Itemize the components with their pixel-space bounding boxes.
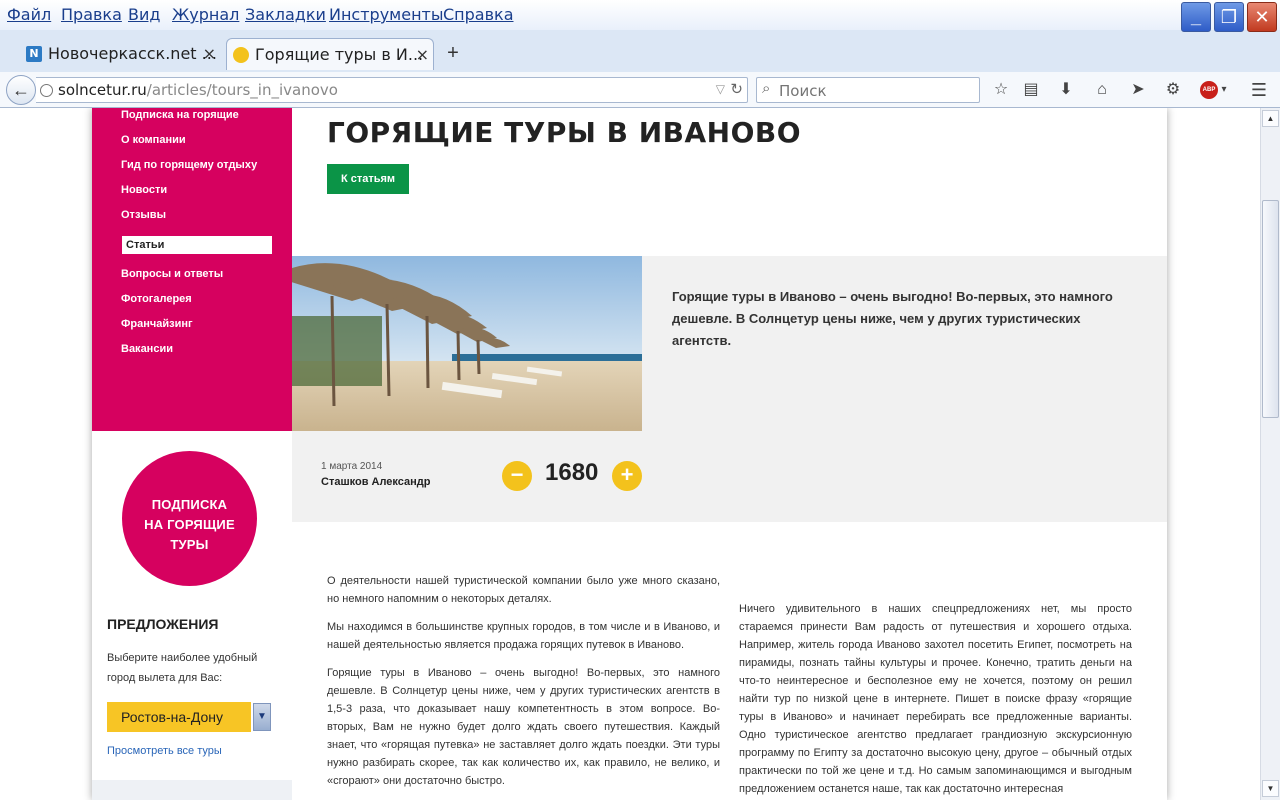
plus-icon[interactable]: + xyxy=(612,461,642,491)
article: ГОРЯЩИЕ ТУРЫ В ИВАНОВО К статьям Горящие… xyxy=(292,108,1167,800)
beach-image xyxy=(292,256,642,431)
close-tab-icon[interactable]: × xyxy=(203,38,216,70)
share-icon[interactable]: ⚙ xyxy=(1161,78,1185,102)
sidebar-item-articles[interactable]: Статьи xyxy=(122,236,272,254)
sidebar-footer xyxy=(92,780,292,800)
search-input[interactable] xyxy=(779,81,975,101)
vertical-scrollbar[interactable]: ▲ ▼ xyxy=(1260,108,1280,800)
minus-icon[interactable]: − xyxy=(502,461,532,491)
browser-chrome: Файл Правка Вид Журнал Закладки Инструме… xyxy=(0,0,1280,108)
back-button[interactable]: ← xyxy=(6,75,36,105)
home-icon[interactable]: ⌂ xyxy=(1090,78,1114,102)
sidebar-item-about[interactable]: О компании xyxy=(121,134,186,146)
search-icon: ⌕ xyxy=(762,80,771,97)
download-icon[interactable]: ⬇ xyxy=(1054,78,1078,102)
history-dropdown-icon[interactable]: ▽ xyxy=(716,82,725,96)
bookmark-star-icon[interactable]: ☆ xyxy=(989,78,1013,102)
scroll-up-icon[interactable]: ▲ xyxy=(1262,110,1279,127)
reload-icon[interactable]: ↻ xyxy=(730,80,743,98)
article-column-left: О деятельности нашей туристической компа… xyxy=(327,572,720,800)
minimize-button[interactable]: _ xyxy=(1181,2,1211,32)
article-date: 1 марта 2014 xyxy=(321,461,383,472)
tab-title: Горящие туры в И... xyxy=(255,45,424,64)
menu-history[interactable]: Журнал xyxy=(172,5,239,24)
address-bar[interactable]: solncetur.ru/articles/tours_in_ivanovo ▽… xyxy=(36,77,748,103)
tab-novocherkassk[interactable]: N Новочеркасск.net ... × xyxy=(20,38,220,70)
article-column-right: Ничего удивительного в наших спецпредлож… xyxy=(739,603,1132,795)
maximize-button[interactable]: ❐ xyxy=(1214,2,1244,32)
menu-bookmarks[interactable]: Закладки xyxy=(245,5,326,24)
page-container: Подписка на горящие О компании Гид по го… xyxy=(92,108,1167,800)
article-lead: Горящие туры в Иваново – очень выгодно! … xyxy=(672,289,1113,348)
sun-favicon-icon xyxy=(233,47,249,63)
offers-description: Выберите наиболее удобный город вылета д… xyxy=(107,652,258,684)
new-tab-icon[interactable]: + xyxy=(444,43,462,63)
sidebar-item-franchise[interactable]: Франчайзинг xyxy=(121,318,193,330)
menu-edit[interactable]: Правка xyxy=(61,5,122,24)
vote-count: 1680 xyxy=(545,459,599,486)
back-to-articles-button[interactable]: К статьям xyxy=(327,164,409,194)
beach-photo xyxy=(292,256,642,431)
page-viewport: Подписка на горящие О компании Гид по го… xyxy=(0,108,1280,800)
selected-city[interactable]: Ростов-на-Дону xyxy=(107,702,251,732)
search-box[interactable]: ⌕ xyxy=(756,77,980,103)
tab-bar: N Новочеркасск.net ... × Горящие туры в … xyxy=(0,36,1280,72)
subscribe-promo-button[interactable]: ПОДПИСКА НА ГОРЯЩИЕ ТУРЫ xyxy=(122,451,257,586)
sidebar-item-reviews[interactable]: Отзывы xyxy=(121,209,166,221)
close-tab-icon[interactable]: × xyxy=(416,39,429,70)
close-window-button[interactable]: ✕ xyxy=(1247,2,1277,32)
sidebar-nav: Подписка на горящие О компании Гид по го… xyxy=(92,108,292,431)
offers-title: ПРЕДЛОЖЕНИЯ xyxy=(107,616,219,632)
send-icon[interactable]: ➤ xyxy=(1126,78,1150,102)
sidebar: Подписка на горящие О компании Гид по го… xyxy=(92,108,292,800)
globe-icon xyxy=(40,84,53,97)
url-text: solncetur.ru/articles/tours_in_ivanovo xyxy=(58,81,338,99)
sidebar-item-news[interactable]: Новости xyxy=(121,184,167,196)
page-title: ГОРЯЩИЕ ТУРЫ В ИВАНОВО xyxy=(327,116,802,149)
hamburger-menu-icon[interactable]: ☰ xyxy=(1247,78,1271,102)
reading-list-icon[interactable]: ▤ xyxy=(1019,78,1043,102)
article-hero: Горящие туры в Иваново – очень выгодно! … xyxy=(292,256,1167,522)
scroll-down-icon[interactable]: ▼ xyxy=(1262,780,1279,797)
promo-line: ТУРЫ xyxy=(170,537,209,552)
sidebar-item-vacancies[interactable]: Вакансии xyxy=(121,343,173,355)
sidebar-item-gallery[interactable]: Фотогалерея xyxy=(121,293,192,305)
article-author: Сташков Александр xyxy=(321,476,431,488)
menu-tools[interactable]: Инструменты xyxy=(329,5,444,24)
scrollbar-thumb[interactable] xyxy=(1262,200,1279,418)
menu-help[interactable]: Справка xyxy=(443,5,514,24)
chevron-down-icon[interactable]: ▼ xyxy=(253,703,271,731)
promo-line: НА ГОРЯЩИЕ xyxy=(144,517,235,532)
sidebar-item-subscription[interactable]: Подписка на горящие xyxy=(121,109,239,121)
sidebar-item-faq[interactable]: Вопросы и ответы xyxy=(121,268,223,280)
departure-city-select[interactable]: Ростов-на-Дону ▼ xyxy=(107,702,271,732)
menu-bar: Файл Правка Вид Журнал Закладки Инструме… xyxy=(0,0,1280,32)
sidebar-item-guide[interactable]: Гид по горящему отдыху xyxy=(121,159,257,171)
article-paragraph: О деятельности нашей туристической компа… xyxy=(327,575,720,605)
promo-line: ПОДПИСКА xyxy=(151,497,228,512)
article-paragraph: Горящие туры в Иваново – очень выгодно! … xyxy=(327,667,720,787)
navigation-bar: ← solncetur.ru/articles/tours_in_ivanovo… xyxy=(0,72,1280,108)
tab-solncetur[interactable]: Горящие туры в И... × xyxy=(226,38,434,70)
menu-view[interactable]: Вид xyxy=(128,5,160,24)
adblock-dropdown-icon[interactable]: ▾ xyxy=(1212,78,1236,102)
n-favicon-icon: N xyxy=(26,46,42,62)
all-tours-link[interactable]: Просмотреть все туры xyxy=(107,745,222,757)
menu-file[interactable]: Файл xyxy=(7,5,51,24)
tab-title: Новочеркасск.net ... xyxy=(48,44,217,63)
article-paragraph: Мы находимся в большинстве крупных город… xyxy=(327,621,720,651)
